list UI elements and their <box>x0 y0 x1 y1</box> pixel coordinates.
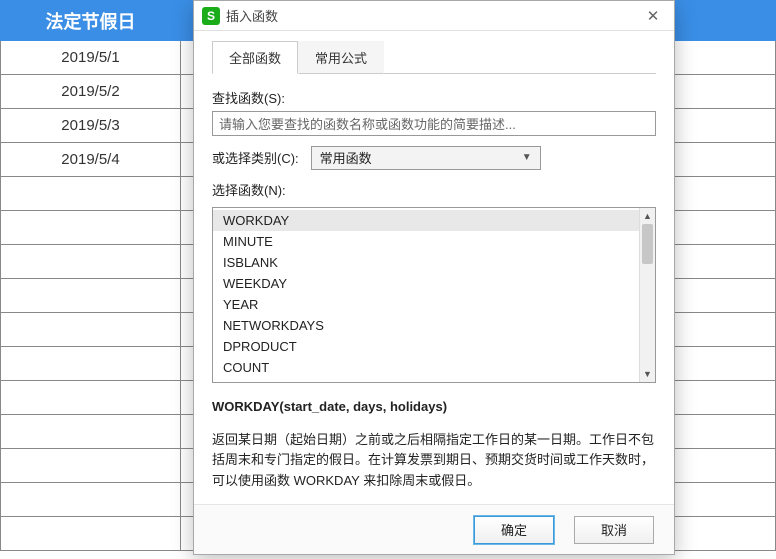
select-function-label: 选择函数(N): <box>212 180 656 199</box>
ok-button[interactable]: 确定 <box>474 516 554 544</box>
listbox-scrollbar[interactable]: ▲ ▼ <box>639 208 655 382</box>
tabs: 全部函数 常用公式 <box>212 41 656 74</box>
function-item-count[interactable]: COUNT <box>213 357 655 378</box>
dialog-title: 插入函数 <box>226 6 638 25</box>
cell[interactable]: 2019/5/4 <box>1 143 181 177</box>
category-value: 常用函数 <box>320 148 372 167</box>
cell[interactable]: 2019/5/2 <box>1 75 181 109</box>
function-item-year[interactable]: YEAR <box>213 294 655 315</box>
function-description: WORKDAY(start_date, days, holidays) 返回某日… <box>212 397 656 492</box>
scroll-up-icon[interactable]: ▲ <box>640 208 655 224</box>
close-icon[interactable]: ✕ <box>638 7 668 25</box>
cell[interactable]: 2019/5/3 <box>1 109 181 143</box>
dialog-titlebar[interactable]: S 插入函数 ✕ <box>194 1 674 31</box>
cell[interactable] <box>1 313 181 347</box>
cell[interactable] <box>1 177 181 211</box>
cell[interactable] <box>1 347 181 381</box>
function-item-minute[interactable]: MINUTE <box>213 231 655 252</box>
function-item-workday[interactable]: WORKDAY <box>213 210 655 231</box>
scroll-track[interactable] <box>640 224 655 366</box>
function-item-networkdays[interactable]: NETWORKDAYS <box>213 315 655 336</box>
scroll-down-icon[interactable]: ▼ <box>640 366 655 382</box>
search-input[interactable] <box>212 111 656 136</box>
cell[interactable] <box>1 381 181 415</box>
column-header-holiday: 法定节假日 <box>1 1 181 41</box>
cell[interactable] <box>1 415 181 449</box>
cell[interactable] <box>1 245 181 279</box>
cell[interactable]: 2019/5/1 <box>1 41 181 75</box>
app-icon: S <box>202 7 220 25</box>
dialog-buttons: 确定 取消 <box>194 504 674 554</box>
function-signature: WORKDAY(start_date, days, holidays) <box>212 397 656 418</box>
category-select[interactable]: 常用函数 ▼ <box>311 146 541 170</box>
dialog-body: 全部函数 常用公式 查找函数(S): 或选择类别(C): 常用函数 ▼ 选择函数… <box>194 31 674 504</box>
scroll-thumb[interactable] <box>642 224 653 264</box>
cancel-button[interactable]: 取消 <box>574 516 654 544</box>
tab-common-formula[interactable]: 常用公式 <box>298 41 384 74</box>
function-item-weekday[interactable]: WEEKDAY <box>213 273 655 294</box>
category-label: 或选择类别(C): <box>212 148 299 167</box>
function-item-dproduct[interactable]: DPRODUCT <box>213 336 655 357</box>
function-listbox: WORKDAY MINUTE ISBLANK WEEKDAY YEAR NETW… <box>212 207 656 383</box>
function-item-isblank[interactable]: ISBLANK <box>213 252 655 273</box>
cell[interactable] <box>1 279 181 313</box>
cell[interactable] <box>1 211 181 245</box>
tab-all-functions[interactable]: 全部函数 <box>212 41 298 74</box>
insert-function-dialog: S 插入函数 ✕ 全部函数 常用公式 查找函数(S): 或选择类别(C): 常用… <box>193 0 675 555</box>
chevron-down-icon: ▼ <box>522 152 532 163</box>
function-description-text: 返回某日期（起始日期）之前或之后相隔指定工作日的某一日期。工作日不包括周末和专门… <box>212 430 656 492</box>
cell[interactable] <box>1 517 181 551</box>
cell[interactable] <box>1 449 181 483</box>
cell[interactable] <box>1 483 181 517</box>
search-label: 查找函数(S): <box>212 88 656 107</box>
